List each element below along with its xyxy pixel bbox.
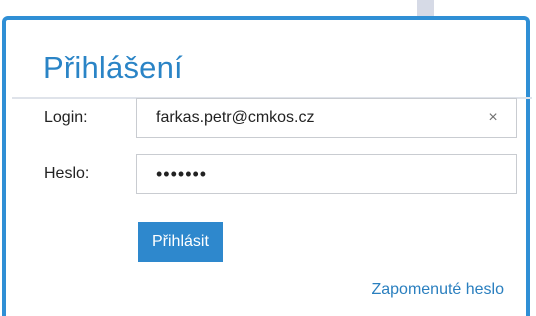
password-input[interactable] xyxy=(137,155,516,193)
close-icon[interactable]: × xyxy=(486,109,500,127)
password-label: Heslo: xyxy=(44,165,90,182)
login-label: Login: xyxy=(44,109,88,126)
login-field: × xyxy=(136,98,517,138)
password-field xyxy=(136,154,517,194)
login-button[interactable]: Přihlásit xyxy=(138,222,223,262)
login-panel: Přihlášení Login: × Heslo: Přihlásit Zap… xyxy=(2,16,532,316)
page-title: Přihlášení xyxy=(43,50,183,85)
forgot-password-link[interactable]: Zapomenuté heslo xyxy=(371,281,504,299)
login-input[interactable] xyxy=(137,99,516,137)
